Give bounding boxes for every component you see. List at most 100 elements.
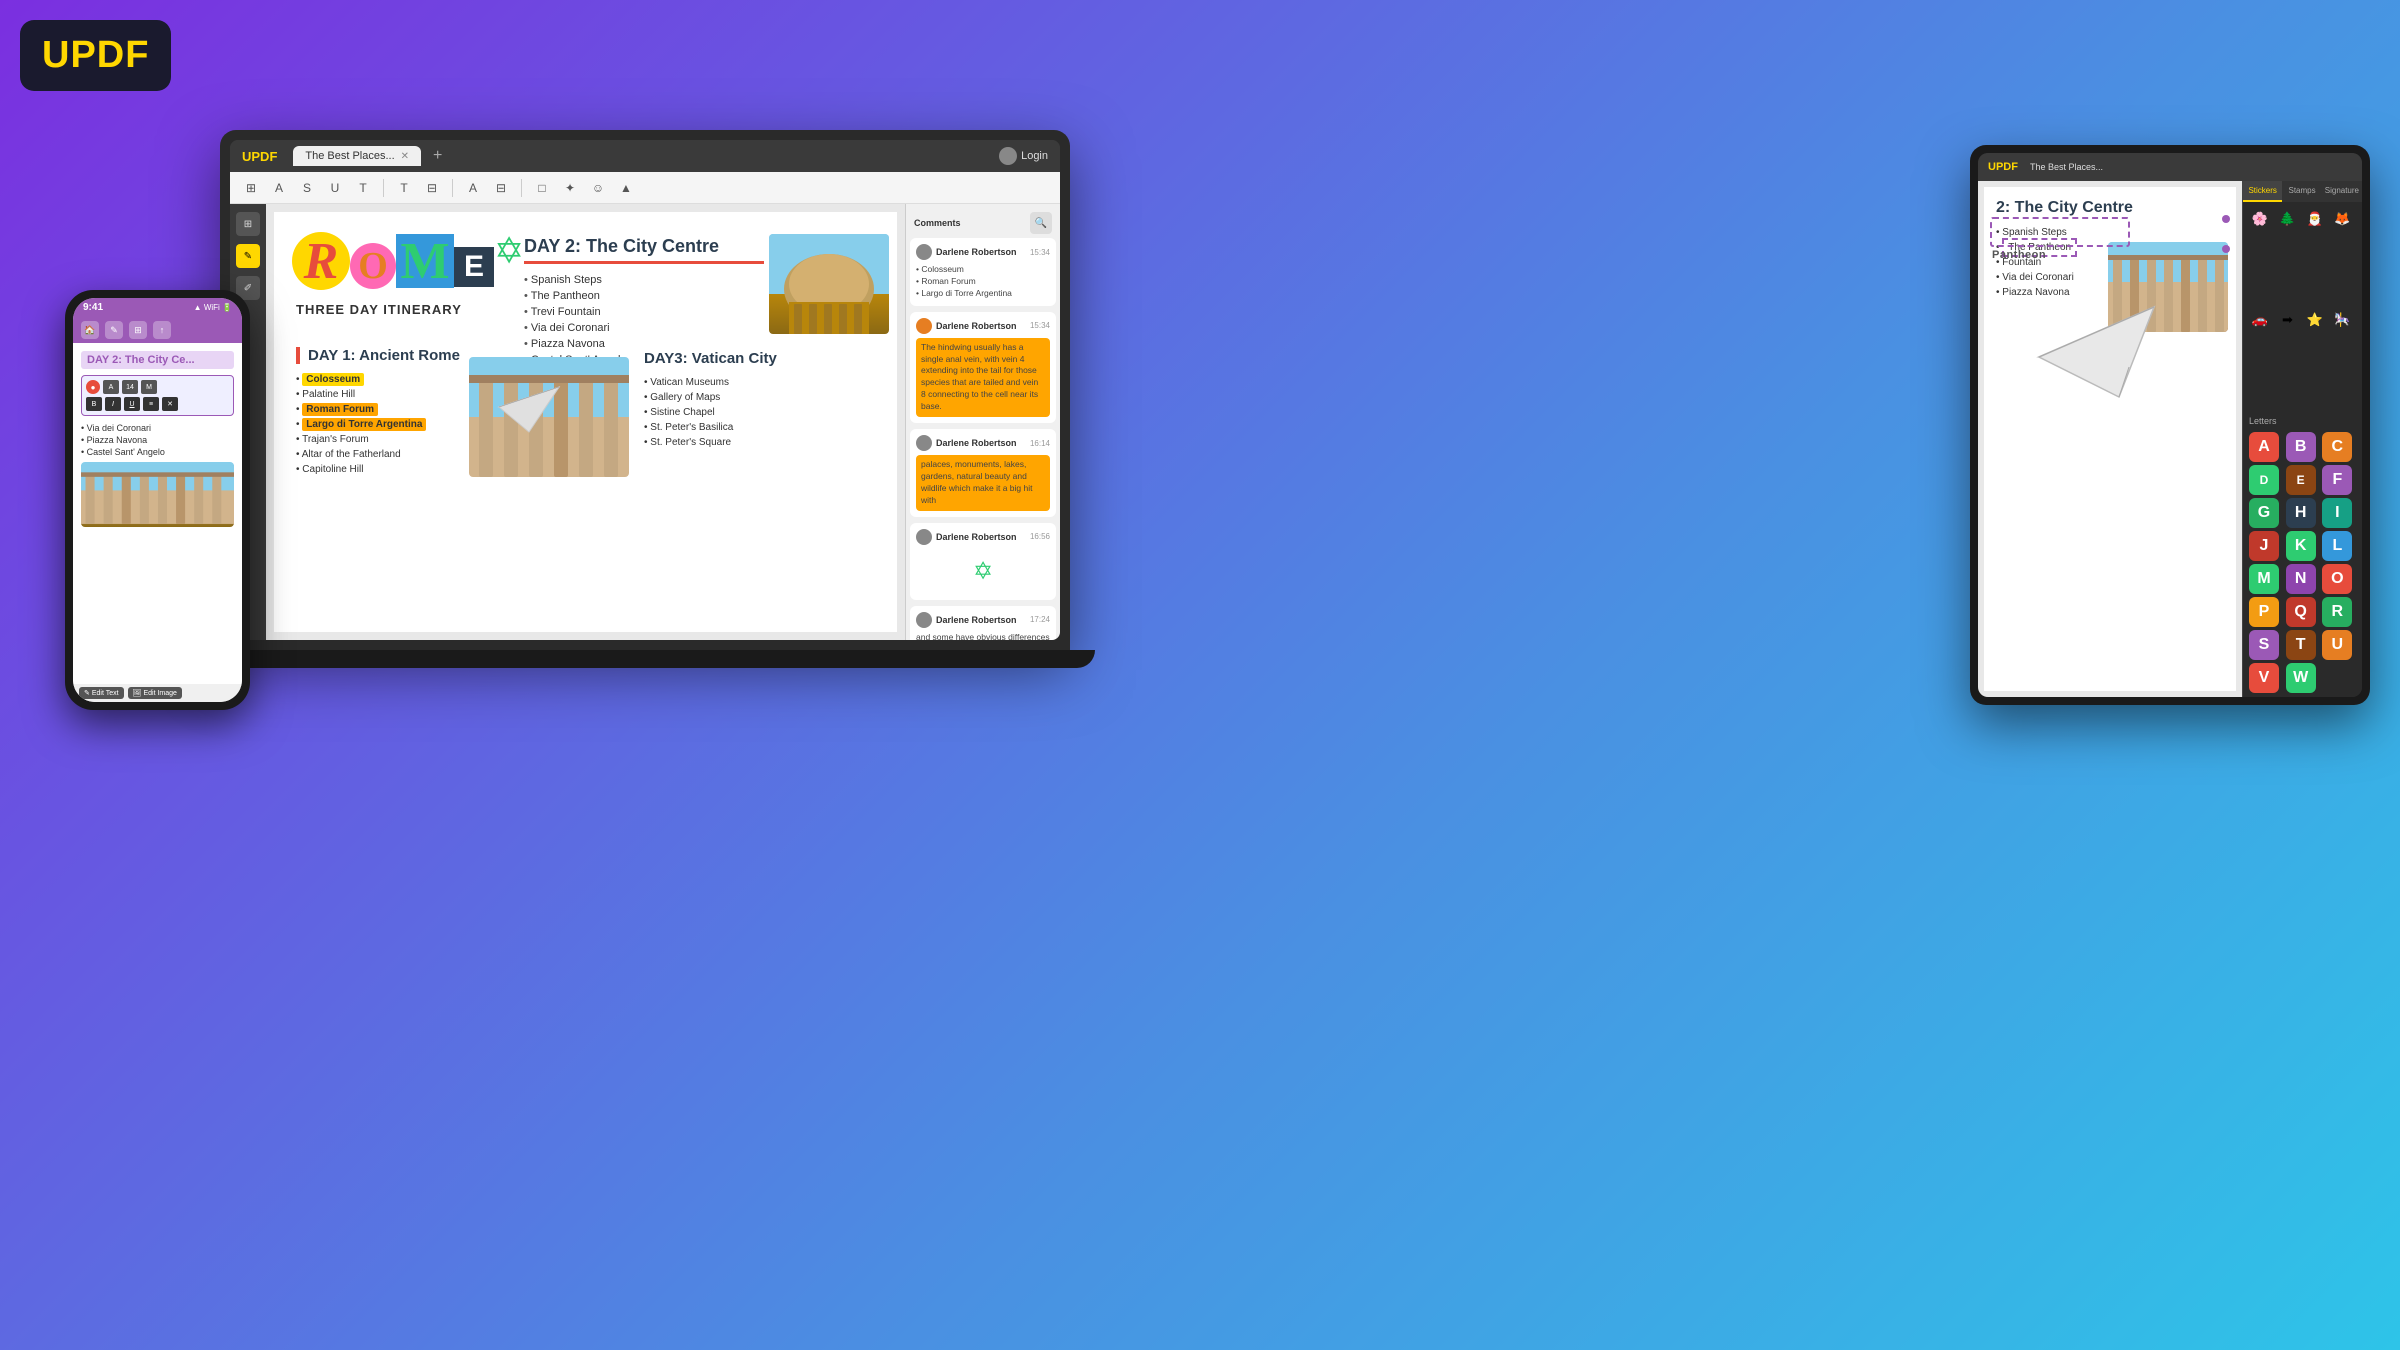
letter-F[interactable]: F [2322, 465, 2352, 495]
letter-U[interactable]: U [2322, 630, 2352, 660]
letter-E[interactable]: E [2286, 465, 2316, 495]
toolbar-grid-icon[interactable]: ⊞ [240, 177, 262, 199]
tablet-day2-title: 2: The City Centre [1996, 199, 2224, 217]
tab-add-icon[interactable]: + [433, 147, 442, 165]
toolbar-frame-icon[interactable]: □ [531, 177, 553, 199]
toolbar-pen-icon[interactable]: A [462, 177, 484, 199]
toolbar-user-icon[interactable]: ☺ [587, 177, 609, 199]
sticker-item-2[interactable]: 🌲 [2277, 208, 2299, 230]
letter-B[interactable]: B [2286, 432, 2316, 462]
tablet-page: 2: The City Centre Spanish Steps The Pan… [1984, 187, 2236, 691]
day1-image [469, 357, 629, 477]
toolbar-u-icon[interactable]: U [324, 177, 346, 199]
comment-5-avatar [916, 612, 932, 628]
comment-2: Darlene Robertson 15:34 The hindwing usu… [910, 312, 1056, 423]
letter-A[interactable]: A [2249, 432, 2279, 462]
letter-C[interactable]: C [2322, 432, 2352, 462]
sidebar-home-icon[interactable]: ⊞ [236, 212, 260, 236]
toolbar-shape-icon[interactable]: ⊟ [490, 177, 512, 199]
comment-5: Darlene Robertson 17:24 and some have ob… [910, 606, 1056, 640]
phone-grid-icon[interactable]: ⊞ [129, 321, 147, 339]
letter-R[interactable]: R [2322, 597, 2352, 627]
phone-edit-image-btn[interactable]: 🖼Edit Image [128, 687, 182, 699]
sticker-tab-stamps[interactable]: Stamps [2282, 181, 2321, 202]
paper-plane-svg [2034, 302, 2164, 412]
phone-body: 9:41 ▲ WiFi 🔋 🏠 ✎ ⊞ ↑ DAY 2: The City Ce… [65, 290, 250, 710]
login-label: Login [1021, 150, 1048, 162]
comment-4-author: Darlene Robertson [936, 532, 1017, 542]
letter-P[interactable]: P [2249, 597, 2279, 627]
letter-M[interactable]: M [2249, 564, 2279, 594]
sticker-tabs: Stickers Stamps Signature [2243, 181, 2362, 202]
phone-close-btn[interactable]: ✕ [162, 397, 178, 411]
app-toolbar: ⊞ A S U T T ⊟ A ⊟ □ ✦ ☺ ▲ [230, 172, 1060, 204]
selection-handle-tr[interactable] [2222, 215, 2230, 223]
letter-S[interactable]: S [2249, 630, 2279, 660]
letter-D[interactable]: D [2249, 465, 2279, 495]
letter-J[interactable]: J [2249, 531, 2279, 561]
toolbar-s-icon[interactable]: S [296, 177, 318, 199]
sticker-tab-signature[interactable]: Signature [2322, 181, 2362, 202]
comment-1: Darlene Robertson 15:34 • Colosseum• Rom… [910, 238, 1056, 306]
phone-edit-icon[interactable]: ✎ [105, 321, 123, 339]
letter-Q[interactable]: Q [2286, 597, 2316, 627]
comment-2-text: The hindwing usually has a single anal v… [916, 338, 1050, 417]
selection-box[interactable] [1990, 217, 2130, 247]
phone-home-icon[interactable]: 🏠 [81, 321, 99, 339]
letter-V[interactable]: V [2249, 663, 2279, 693]
phone-day2-title: DAY 2: The City Ce... [81, 351, 234, 369]
phone-align-btn[interactable]: ≡ [143, 397, 159, 411]
phone-share-icon[interactable]: ↑ [153, 321, 171, 339]
paper-plane-decoration [2034, 302, 2164, 417]
sticker-item-7[interactable]: ⭐ [2304, 309, 2326, 331]
phone-font-a[interactable]: A [103, 380, 119, 394]
phone-editor-toolbar: ● A 14 M [86, 380, 229, 394]
phone-color-picker[interactable]: ● [86, 380, 100, 394]
day3-item-gallery: Gallery of Maps [644, 390, 844, 405]
tab-close-icon[interactable]: ✕ [401, 151, 409, 162]
toolbar-a-icon[interactable]: A [268, 177, 290, 199]
letter-G[interactable]: G [2249, 498, 2279, 528]
toolbar-img-icon[interactable]: ⊟ [421, 177, 443, 199]
letter-L[interactable]: L [2322, 531, 2352, 561]
phone-underline-btn[interactable]: U [124, 397, 140, 411]
toolbar-box-icon[interactable]: T [393, 177, 415, 199]
app-titlebar: UPDF The Best Places... ✕ + Login [230, 140, 1060, 172]
phone-text-editor[interactable]: ● A 14 M B I U ≡ ✕ [81, 375, 234, 416]
toolbar-fill-icon[interactable]: ▲ [615, 177, 637, 199]
letter-O[interactable]: O [2322, 564, 2352, 594]
toolbar-star-icon[interactable]: ✦ [559, 177, 581, 199]
letter-W[interactable]: W [2286, 663, 2316, 693]
login-button[interactable]: Login [999, 147, 1048, 165]
phone-item-1: Via dei Coronari [81, 422, 234, 434]
sticker-item-3[interactable]: 🎅 [2304, 208, 2326, 230]
rome-e-letter: E [454, 247, 494, 287]
letter-I[interactable]: I [2322, 498, 2352, 528]
search-icon[interactable]: 🔍 [1030, 212, 1052, 234]
day1-item-largo: Largo di Torre Argentina [296, 417, 496, 432]
day2-item-2: The Pantheon [524, 288, 764, 304]
sticker-item-4[interactable]: 🦊 [2332, 208, 2354, 230]
letter-H[interactable]: H [2286, 498, 2316, 528]
phone-font-bold[interactable]: M [141, 380, 157, 394]
day1-item-roman-forum: Roman Forum [296, 402, 496, 417]
selection-handle-br[interactable] [2222, 245, 2230, 253]
edit-image-label: Edit Image [143, 690, 176, 697]
sticker-tab-stickers[interactable]: Stickers [2243, 181, 2282, 202]
phone-italic-btn[interactable]: I [105, 397, 121, 411]
letter-N[interactable]: N [2286, 564, 2316, 594]
phone-bold-btn[interactable]: B [86, 397, 102, 411]
sticker-item-1[interactable]: 🌸 [2249, 208, 2271, 230]
sticker-item-6[interactable]: ➡ [2277, 309, 2299, 331]
phone-font-size[interactable]: 14 [122, 380, 138, 394]
phone-edit-text-btn[interactable]: ✎Edit Text [79, 687, 124, 699]
sticker-item-8[interactable]: 🎠 [2332, 309, 2354, 331]
active-tab[interactable]: The Best Places... ✕ [293, 146, 421, 166]
toolbar-t-icon[interactable]: T [352, 177, 374, 199]
sticker-item-5[interactable]: 🚗 [2249, 309, 2271, 331]
pdf-content: R O M E ✡ THREE DAY ITINERARY DAY 2: The… [266, 204, 905, 640]
letter-K[interactable]: K [2286, 531, 2316, 561]
sidebar-edit-icon[interactable]: ✎ [236, 244, 260, 268]
letter-T[interactable]: T [2286, 630, 2316, 660]
comment-3: Darlene Robertson 16:14 palaces, monumen… [910, 429, 1056, 517]
